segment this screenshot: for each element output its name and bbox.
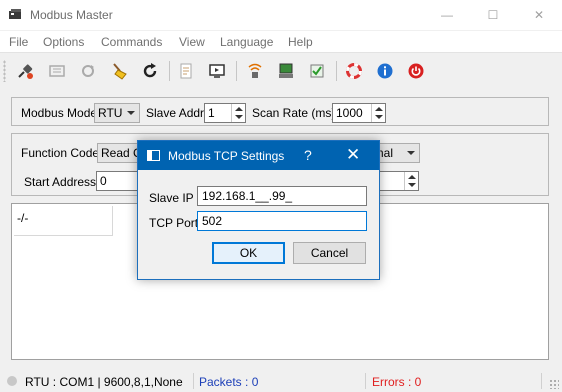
connection-info: RTU : COM1 | 9600,8,1,None [25,375,183,389]
toolbar-separator [336,61,337,81]
connect-icon[interactable] [13,59,37,83]
dialog-title-bar[interactable]: Modbus TCP Settings ? ✕ [138,141,379,170]
check-icon[interactable] [305,59,329,83]
start-address-label: Start Address [24,175,97,189]
dialog-close-button[interactable]: ✕ [346,145,360,165]
start-address-value: 0 [100,174,107,188]
refresh-icon[interactable] [76,59,100,83]
toolbar-separator [169,61,170,81]
start-address-spin-buttons[interactable] [404,172,418,190]
tcp-settings-dialog: Modbus TCP Settings ? ✕ Slave IP 192.168… [137,140,380,280]
scan-rate-value: 1000 [336,106,363,120]
maximize-button[interactable]: ☐ [470,0,516,30]
status-separator [541,373,542,389]
chevron-down-icon [127,111,135,115]
tcp-port-input[interactable]: 502 [197,211,367,231]
modbus-mode-label: Modbus Mode [21,106,98,120]
chevron-down-icon [407,151,415,155]
slave-addr-label: Slave Addr [146,106,205,120]
slave-ip-label: Slave IP [149,191,194,205]
connection-status-icon [7,376,17,386]
modbus-mode-value: RTU [98,106,123,120]
toolbar-grip[interactable] [3,60,6,82]
menu-commands[interactable]: Commands [101,35,162,49]
slave-addr-value: 1 [208,106,215,120]
table-cell[interactable]: -/- [14,206,113,236]
reload-icon[interactable] [138,59,162,83]
status-separator [193,373,194,389]
cancel-button[interactable]: Cancel [293,242,366,264]
function-code-label: Function Code [21,146,100,160]
toolbar-separator [236,61,237,81]
close-button[interactable]: ✕ [516,0,562,30]
lifebuoy-icon[interactable] [342,59,366,83]
mode-group: Modbus Mode RTU Slave Addr 1 Scan Rate (… [11,97,549,126]
menu-file[interactable]: File [9,35,28,49]
broom-icon[interactable] [107,59,131,83]
menu-language[interactable]: Language [220,35,273,49]
disconnect-icon[interactable] [45,59,69,83]
menu-bar: File Options Commands View Language Help [0,31,562,53]
help-button[interactable]: ? [304,147,312,163]
status-bar: RTU : COM1 | 9600,8,1,None Packets : 0 E… [0,370,562,392]
ok-button[interactable]: OK [212,242,285,264]
document-icon[interactable] [174,59,198,83]
toolbar [0,54,562,87]
errors-count: Errors : 0 [372,375,422,389]
power-icon[interactable] [404,59,428,83]
scan-rate-label: Scan Rate (ms) [252,106,336,120]
modbus-mode-select[interactable]: RTU [94,103,140,123]
dialog-title: Modbus TCP Settings [168,149,285,163]
monitor-icon[interactable] [205,59,229,83]
slave-addr-spinbox[interactable]: 1 [204,103,246,123]
tcp-port-label: TCP Port [149,216,199,230]
size-grip[interactable] [549,379,559,389]
status-separator [365,373,366,389]
scan-rate-spin-buttons[interactable] [371,104,385,122]
minimize-button[interactable]: — [424,0,470,30]
app-icon [9,9,21,19]
menu-view[interactable]: View [179,35,205,49]
slave-ip-input[interactable]: 192.168.1__.99_ [197,186,367,206]
info-icon[interactable] [373,59,397,83]
menu-help[interactable]: Help [288,35,313,49]
computer-icon[interactable] [274,59,298,83]
slave-addr-spin-buttons[interactable] [231,104,245,122]
window-title: Modbus Master [30,8,113,22]
menu-options[interactable]: Options [43,35,84,49]
dialog-window-icon [147,150,160,161]
title-bar: Modbus Master — ☐ ✕ [0,0,562,30]
packets-count: Packets : 0 [199,375,259,389]
scan-rate-spinbox[interactable]: 1000 [332,103,386,123]
network-icon[interactable] [243,59,267,83]
